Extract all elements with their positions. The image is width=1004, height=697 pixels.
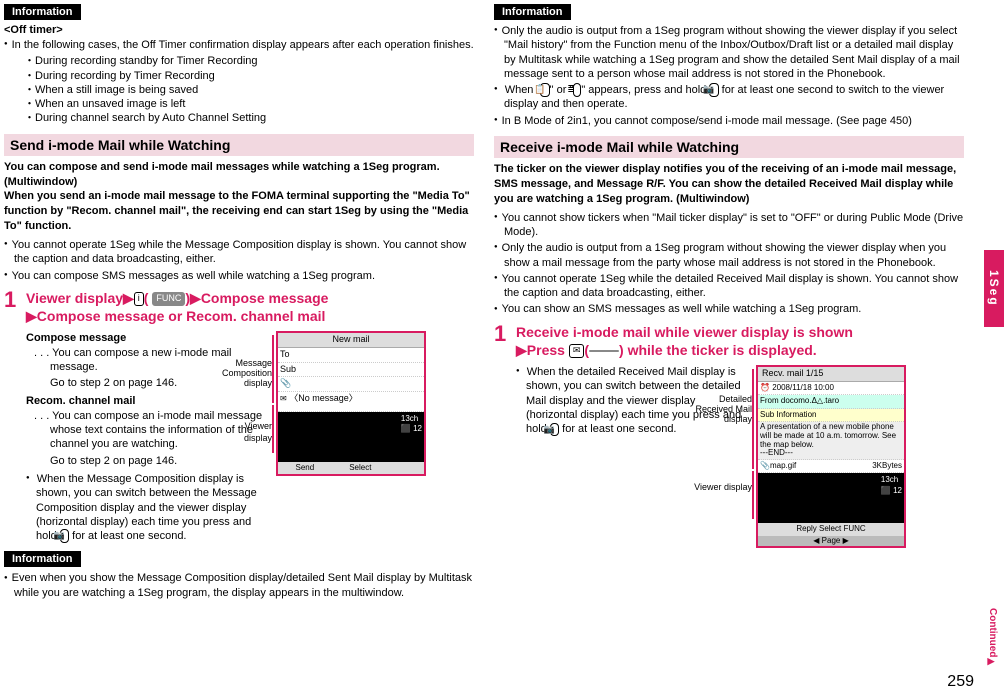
recom-goto: Go to step 2 on page 146. xyxy=(26,454,268,468)
phone-screenshot: Recv. mail 1/15 ⏰ 2008/11/18 10:00 From … xyxy=(756,365,906,548)
step-text: Receive i-mode mail while viewer display… xyxy=(516,324,853,340)
section-send-header: Send i-mode Mail while Watching xyxy=(4,134,474,156)
camera-key-icon: 📷 xyxy=(60,529,69,543)
recv-note: You can show an SMS messages as well whi… xyxy=(494,302,964,316)
info-text: Only the audio is output from a 1Seg pro… xyxy=(494,24,964,81)
shot-field: Sub xyxy=(278,363,424,378)
off-timer-item: ・During channel search by Auto Channel S… xyxy=(4,111,474,125)
shot-body: A presentation of a new mobile phone wil… xyxy=(758,422,904,460)
step-text: Compose message xyxy=(201,290,329,306)
shot-viewer: 13ch⬛ 12 xyxy=(758,473,904,523)
off-timer-intro: In the following cases, the Off Timer co… xyxy=(4,38,474,52)
compose-switch-note: When the Message Composition display is … xyxy=(26,472,268,543)
step-instruction: Viewer display▶i( FUNC)▶Compose message … xyxy=(26,289,474,546)
mail-key-icon: ✉ xyxy=(569,344,585,358)
recv-note: You cannot show tickers when "Mail ticke… xyxy=(494,211,964,240)
camera-key-icon: 📷 xyxy=(709,83,718,97)
shot-from: From docomo.Δ△.taro xyxy=(758,395,904,408)
shot-attach: 📎map.gif3KBytes xyxy=(758,460,904,473)
recv-note: Only the audio is output from a 1Seg pro… xyxy=(494,241,964,270)
callout-label: Message Composition display xyxy=(216,359,272,389)
continued-label: Continued xyxy=(987,608,998,667)
phone-screenshot: New mail To Sub 📎 ✉ 〈No message〉 13ch⬛ 1… xyxy=(276,331,426,476)
info-header: Information xyxy=(4,551,81,567)
recom-header: Recom. channel mail xyxy=(26,394,268,408)
send-note: You cannot operate 1Seg while the Messag… xyxy=(4,238,474,267)
info-text: When "📋" or "≣" appears, press and hold … xyxy=(494,83,964,112)
step-instruction: Receive i-mode mail while viewer display… xyxy=(516,323,964,548)
shot-softkeys: Reply Select FUNC xyxy=(758,523,904,535)
send-description: You can compose and send i-mode mail mes… xyxy=(4,160,474,234)
side-tab: 1Seg xyxy=(984,250,1004,327)
mail-list-icon: 📋 xyxy=(540,83,549,97)
shot-title: New mail xyxy=(278,333,424,348)
info-text: In B Mode of 2in1, you cannot compose/se… xyxy=(494,114,964,128)
callout-label: Viewer display xyxy=(694,483,752,493)
shot-field: 📎 xyxy=(278,377,424,392)
callout-label: Viewer display xyxy=(216,421,272,444)
shot-viewer: 13ch⬛ 12 xyxy=(278,412,424,462)
off-timer-item: ・When an unsaved image is left xyxy=(4,97,474,111)
section-recv-header: Receive i-mode Mail while Watching xyxy=(494,136,964,158)
off-timer-item: ・When a still image is being saved xyxy=(4,83,474,97)
step-text: Compose message or Recom. channel mail xyxy=(37,308,326,324)
off-timer-item: ・During recording by Timer Recording xyxy=(4,69,474,83)
step-number: 1 xyxy=(494,323,512,548)
camera-key-icon: 📷 xyxy=(550,423,559,437)
shot-field: To xyxy=(278,348,424,363)
shot-sub: Sub Information xyxy=(758,409,904,422)
func-pill-icon: FUNC xyxy=(152,292,185,306)
recv-note: You cannot operate 1Seg while the detail… xyxy=(494,272,964,301)
off-timer-item: ・During recording standby for Timer Reco… xyxy=(4,54,474,68)
step-text: ) while the ticker is displayed. xyxy=(619,342,817,358)
step-number: 1 xyxy=(4,289,22,546)
info-text: Even when you show the Message Compositi… xyxy=(4,571,474,600)
off-timer-header: <Off timer> xyxy=(4,24,474,36)
info-header: Information xyxy=(494,4,571,20)
page-number: 259 xyxy=(947,673,974,691)
step-text: Viewer display xyxy=(26,290,123,306)
step-text: Press xyxy=(527,342,565,358)
shot-msg: ✉ 〈No message〉 xyxy=(278,392,424,412)
shot-title: Recv. mail 1/15 xyxy=(758,367,904,382)
compose-header: Compose message xyxy=(26,331,268,345)
info-header: Information xyxy=(4,4,81,20)
recv-description: The ticker on the viewer display notifie… xyxy=(494,162,964,207)
send-note: You can compose SMS messages as well whi… xyxy=(4,269,474,283)
shot-date: ⏰ 2008/11/18 10:00 xyxy=(758,382,904,395)
i-alpha-button-icon: i xyxy=(134,292,144,306)
callout-label: Detailed Received Mail display xyxy=(694,395,752,425)
